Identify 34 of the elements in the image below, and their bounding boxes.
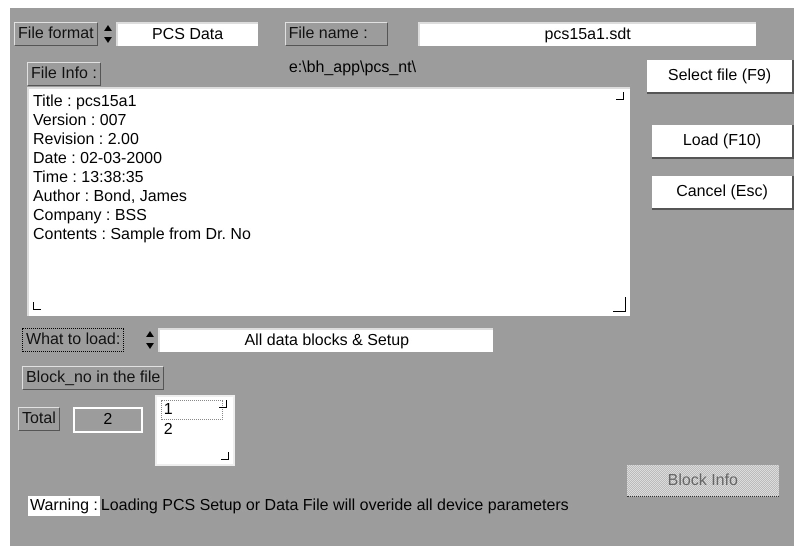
spinner-icon[interactable] — [145, 329, 156, 351]
block-list-item[interactable]: 1 — [160, 400, 223, 420]
file-format-field[interactable]: PCS Data — [116, 22, 258, 46]
total-field: 2 — [72, 407, 143, 433]
spinner-icon[interactable] — [102, 23, 113, 45]
corner-mark-icon — [218, 400, 227, 408]
info-line: Time : 13:38:35 — [33, 168, 144, 187]
total-label: Total — [18, 407, 60, 431]
block-list[interactable]: 1 2 — [154, 395, 235, 466]
file-info-label: File Info : — [27, 62, 101, 86]
info-line: Revision : 2.00 — [33, 130, 139, 149]
info-line: Version : 007 — [33, 111, 126, 130]
info-line: Author : Bond, James — [33, 187, 187, 206]
corner-mark-icon — [33, 302, 41, 310]
corner-mark-icon — [220, 452, 229, 460]
dialog-button[interactable]: Cancel (Esc) — [652, 176, 794, 210]
block-list-item[interactable]: 2 — [160, 420, 223, 440]
info-line: Contents : Sample from Dr. No — [33, 225, 251, 244]
file-name-label: File name : — [284, 22, 388, 46]
block-number-label: Block_no in the file — [22, 366, 164, 390]
warning-label: Warning : — [28, 496, 100, 516]
warning-text: Loading PCS Setup or Data File will overide all device parameters — [100, 496, 569, 516]
info-line: Title : pcs15a1 — [33, 92, 136, 111]
dialog-button[interactable]: Select file (F9) — [647, 60, 794, 94]
what-to-load-field[interactable]: All data blocks & Setup — [158, 328, 494, 352]
file-name-field[interactable]: pcs15a1.sdt — [418, 22, 756, 46]
info-line: Company : BSS — [33, 206, 147, 225]
resize-grip-icon — [613, 297, 626, 312]
file-format-label: File format — [14, 22, 98, 46]
what-to-load-label: What to load: — [22, 328, 124, 352]
dialog-button[interactable]: Load (F10) — [652, 125, 794, 159]
file-path: e:\bh_app\pcs_nt\ — [288, 59, 416, 77]
corner-mark-icon — [616, 92, 624, 100]
info-line: Date : 02-03-2000 — [33, 149, 162, 168]
